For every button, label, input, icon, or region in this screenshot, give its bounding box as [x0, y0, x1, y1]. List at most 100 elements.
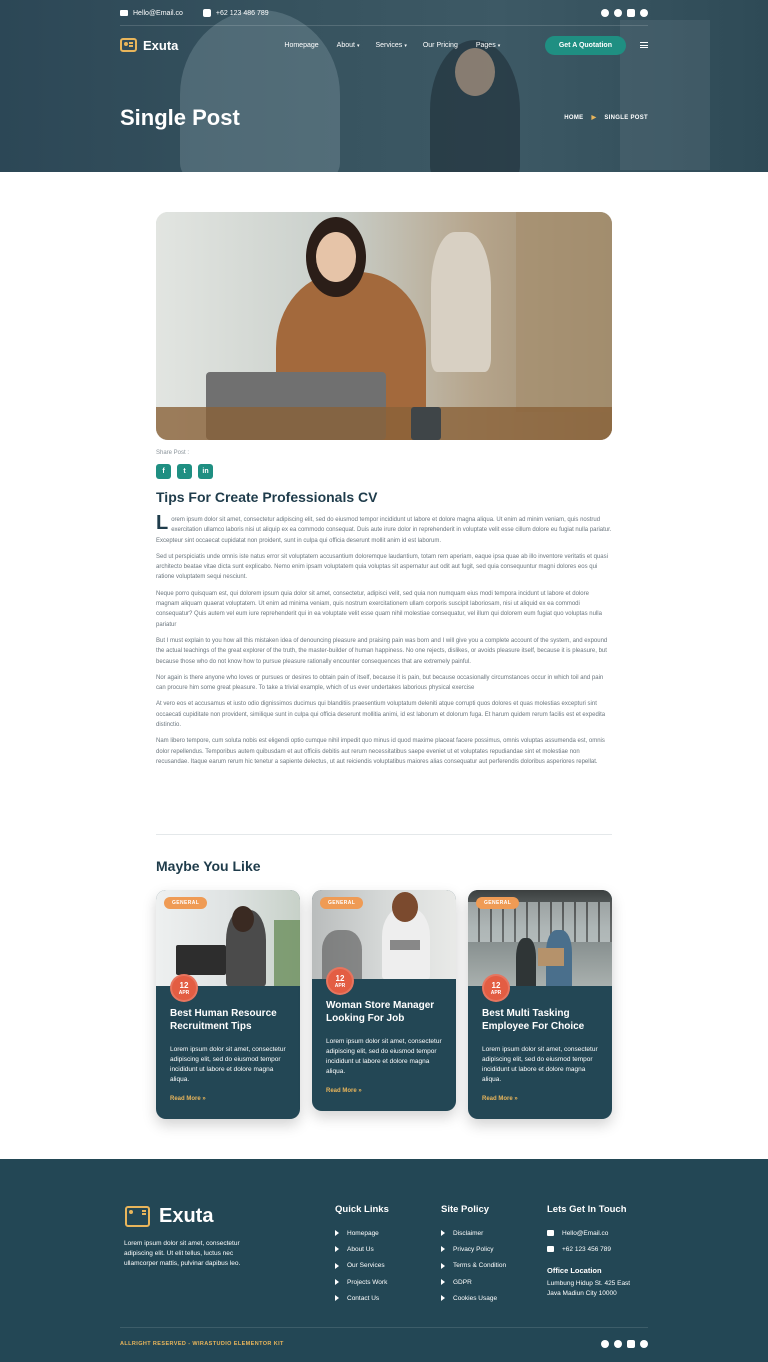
footer-link[interactable]: About Us — [335, 1241, 389, 1257]
post-content: Share Post : f t in Tips For Create Prof… — [156, 212, 612, 767]
footer-about-text: Lorem ipsum dolor sit amet, consectetur … — [124, 1240, 241, 1267]
breadcrumb: HOME ▶ SINGLE POST — [564, 114, 648, 122]
page-header: Hello@Email.co +62 123 486 789 Exuta Hom… — [0, 0, 768, 172]
pinterest-icon[interactable] — [640, 1340, 648, 1348]
phone-icon — [547, 1246, 554, 1253]
section-divider — [156, 834, 612, 835]
nav-item-about[interactable]: About ▾ — [337, 42, 360, 49]
envelope-icon — [120, 10, 128, 16]
caret-right-icon — [335, 1295, 339, 1302]
post-paragraph: Neque porro quisquam est, qui dolorem ip… — [156, 590, 602, 628]
footer-contact: Lets Get In Touch Hello@Email.co +62 123… — [547, 1204, 639, 1299]
chevron-down-icon: ▾ — [356, 42, 360, 49]
footer-link[interactable]: Disclaimer — [441, 1225, 506, 1241]
share-label: Share Post : — [156, 450, 190, 456]
card-excerpt: Lorem ipsum dolor sit amet, consectetur … — [170, 1046, 286, 1083]
topbar-email[interactable]: Hello@Email.co — [120, 10, 183, 17]
related-posts-title: Maybe You Like — [156, 858, 261, 874]
facebook-icon[interactable] — [601, 9, 609, 17]
category-badge[interactable]: GENERAL — [164, 897, 208, 909]
twitter-icon[interactable] — [614, 9, 622, 17]
caret-right-icon — [335, 1230, 339, 1237]
nav-item-services[interactable]: Services ▾ — [375, 42, 406, 49]
card-title[interactable]: Best Multi Tasking Employee For Choice — [482, 1007, 600, 1033]
card-title[interactable]: Best Human Resource Recruitment Tips — [170, 1007, 288, 1033]
card-title[interactable]: Woman Store Manager Looking For Job — [326, 999, 444, 1025]
copyright-text: ALLRIGHT RESERVED - WIRASTUDIO ELEMENTOR… — [120, 1341, 284, 1347]
twitter-icon[interactable] — [614, 1340, 622, 1348]
site-logo[interactable]: Exuta — [120, 38, 178, 53]
top-bar: Hello@Email.co +62 123 486 789 — [120, 6, 648, 20]
footer-link[interactable]: Projects Work — [335, 1274, 389, 1290]
footer-quick-links: Quick Links Homepage About Us Our Servic… — [335, 1204, 389, 1306]
caret-right-icon — [441, 1262, 445, 1269]
facebook-icon[interactable] — [601, 1340, 609, 1348]
chevron-down-icon: ▾ — [497, 42, 501, 49]
caret-right-icon — [441, 1246, 445, 1253]
card-excerpt: Lorem ipsum dolor sit amet, consectetur … — [482, 1046, 598, 1083]
caret-right-icon — [335, 1279, 339, 1286]
related-post-card[interactable]: GENERAL 12 APR Best Multi Tasking Employ… — [468, 890, 612, 1119]
share-facebook-button[interactable]: f — [156, 464, 171, 479]
related-post-card[interactable]: GENERAL 12 APR Best Human Resource Recru… — [156, 890, 300, 1119]
share-linkedin-button[interactable]: in — [198, 464, 213, 479]
footer-heading: Site Policy — [441, 1204, 490, 1215]
post-paragraph: But I must explain to you how all this m… — [156, 637, 608, 665]
footer-link[interactable]: Contact Us — [335, 1290, 389, 1306]
nav-item-pages[interactable]: Pages ▾ — [476, 42, 500, 49]
related-posts: GENERAL 12 APR Best Human Resource Recru… — [156, 890, 612, 1130]
footer-link[interactable]: Cookies Usage — [441, 1290, 506, 1306]
id-card-icon — [125, 1206, 150, 1227]
footer-socials — [601, 1340, 648, 1348]
category-badge[interactable]: GENERAL — [320, 897, 364, 909]
nav-item-homepage[interactable]: Homepage — [284, 42, 320, 49]
nav-item-pricing[interactable]: Our Pricing — [423, 42, 460, 49]
post-paragraph: At vero eos et accusamus et iusto odio d… — [156, 701, 606, 729]
footer-site-policy: Site Policy Disclaimer Privacy Policy Te… — [441, 1204, 506, 1306]
related-post-card[interactable]: GENERAL 12 APR Woman Store Manager Looki… — [312, 890, 456, 1111]
post-paragraph: Sed ut perspiciatis unde omnis iste natu… — [156, 553, 608, 581]
footer-link[interactable]: Privacy Policy — [441, 1241, 506, 1257]
youtube-icon[interactable] — [627, 1340, 635, 1348]
get-quotation-button[interactable]: Get A Quotation — [544, 35, 626, 55]
youtube-icon[interactable] — [627, 9, 635, 17]
footer-link[interactable]: GDPR — [441, 1274, 506, 1290]
nav-menu: Homepage About ▾ Services ▾ Our Pricing Pa… — [284, 42, 500, 49]
read-more-link[interactable]: Read More » — [170, 1096, 206, 1102]
caret-right-icon — [441, 1279, 445, 1286]
date-badge: 12 APR — [326, 967, 354, 995]
hamburger-menu-icon[interactable] — [640, 42, 648, 48]
topbar-socials — [601, 9, 648, 17]
share-buttons: f t in — [156, 464, 612, 479]
date-badge: 12 APR — [170, 974, 198, 1002]
breadcrumb-arrow-icon: ▶ — [591, 115, 597, 121]
footer-link[interactable]: Homepage — [335, 1225, 389, 1241]
post-paragraph: L orem ipsum dolor sit amet, consectetur… — [156, 512, 612, 544]
pinterest-icon[interactable] — [640, 9, 648, 17]
featured-image — [156, 212, 612, 440]
caret-right-icon — [335, 1246, 339, 1253]
office-location-title: Office Location — [547, 1265, 602, 1275]
topbar-phone[interactable]: +62 123 486 789 — [202, 9, 269, 17]
post-paragraph: Nor again is there anyone who loves or p… — [156, 674, 604, 692]
phone-icon — [202, 9, 211, 17]
caret-right-icon — [441, 1295, 445, 1302]
page-title: Single Post — [120, 105, 240, 130]
breadcrumb-home[interactable]: HOME — [564, 115, 583, 121]
footer-email[interactable]: Hello@Email.co — [547, 1225, 639, 1241]
caret-right-icon — [335, 1262, 339, 1269]
id-card-icon — [120, 38, 137, 52]
read-more-link[interactable]: Read More » — [482, 1096, 518, 1102]
footer-heading: Quick Links — [335, 1204, 389, 1215]
footer-logo[interactable]: Exuta — [125, 1205, 213, 1228]
share-twitter-button[interactable]: t — [177, 464, 192, 479]
card-excerpt: Lorem ipsum dolor sit amet, consectetur … — [326, 1038, 442, 1075]
footer-link[interactable]: Our Services — [335, 1258, 389, 1274]
footer-phone[interactable]: +62 123 456 789 — [547, 1241, 639, 1257]
footer-link[interactable]: Terms & Condition — [441, 1258, 506, 1274]
category-badge[interactable]: GENERAL — [476, 897, 520, 909]
read-more-link[interactable]: Read More » — [326, 1088, 362, 1094]
post-paragraph: Nam libero tempore, cum soluta nobis est… — [156, 738, 605, 765]
footer-divider — [120, 1327, 648, 1328]
main-navigation: Exuta Homepage About ▾ Services ▾ Our Pric… — [120, 33, 648, 57]
